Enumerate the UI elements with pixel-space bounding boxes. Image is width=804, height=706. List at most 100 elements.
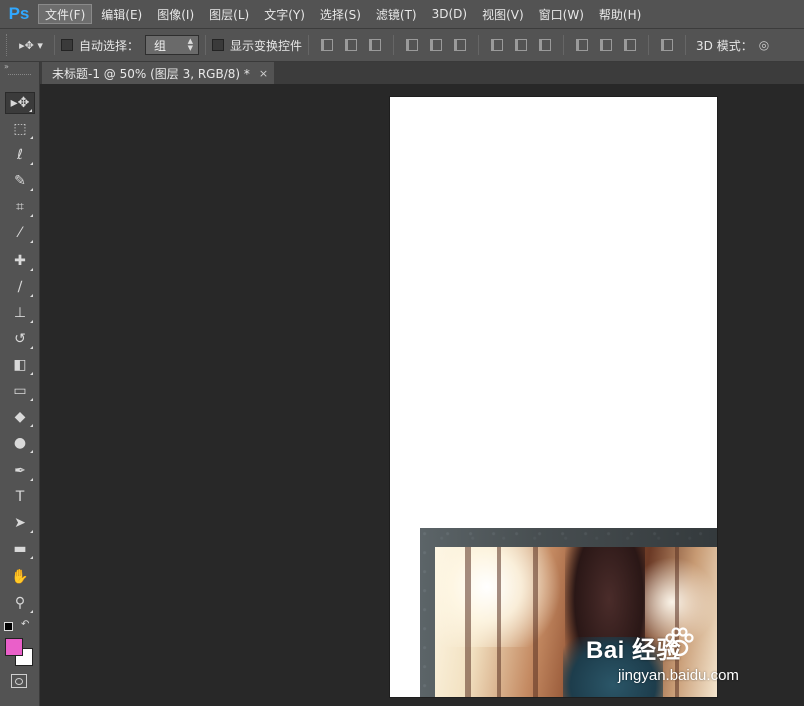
align-hcenter-icon[interactable] <box>424 34 448 56</box>
menu-item[interactable]: 文件(F) <box>38 4 93 24</box>
distribute-vcenter-icon[interactable] <box>509 34 533 56</box>
menu-item[interactable]: 滤镜(T) <box>370 4 423 24</box>
menu-item[interactable]: 选择(S) <box>314 4 367 24</box>
updown-arrows-icon: ▲ ▼ <box>187 37 194 52</box>
crop-tool-icon: ⌗ <box>16 199 24 215</box>
toolbox-collapse-icon[interactable]: » <box>0 62 39 72</box>
quick-select-tool[interactable]: ✎ <box>5 170 35 192</box>
tool-group-indicator <box>27 214 33 217</box>
rectangle-tool-icon: ▬ <box>13 541 27 557</box>
dodge-tool[interactable]: ● <box>5 432 35 454</box>
tool-group-indicator <box>27 294 33 297</box>
move-tool[interactable]: ▸✥ <box>5 92 35 114</box>
menu-item[interactable]: 图像(I) <box>151 4 200 24</box>
menu-item[interactable]: 视图(V) <box>476 4 530 24</box>
align-vcenter-icon[interactable] <box>339 34 363 56</box>
hand-tool-icon: ✋ <box>11 569 29 585</box>
eraser-tool[interactable]: ◧ <box>5 354 35 376</box>
distribute-bottom-icon[interactable] <box>533 34 557 56</box>
hand-tool[interactable]: ✋ <box>5 566 35 588</box>
auto-select-value: 组 <box>154 38 167 53</box>
type-tool[interactable]: T <box>5 486 35 508</box>
path-select-tool-icon: ➤ <box>14 515 26 531</box>
zoom-tool[interactable]: ⚲ <box>5 592 35 614</box>
marquee-tool[interactable]: ⬚ <box>5 118 35 140</box>
healing-brush-tool-icon: ✚ <box>14 253 26 269</box>
clone-stamp-tool[interactable]: ⊥ <box>5 302 35 324</box>
3d-orbit-icon[interactable]: ◎ <box>759 38 769 52</box>
history-brush-tool[interactable]: ↺ <box>5 328 35 350</box>
align-bottom-icon[interactable] <box>363 34 387 56</box>
menu-item[interactable]: 编辑(E) <box>95 4 148 24</box>
path-select-tool[interactable]: ➤ <box>5 512 35 534</box>
document-workspace[interactable] <box>40 84 804 706</box>
menu-item[interactable]: 窗口(W) <box>533 4 590 24</box>
swap-colors-icon[interactable]: ↶ <box>21 619 29 630</box>
dodge-tool-icon: ● <box>13 435 27 451</box>
document-tab-bar: 未标题-1 @ 50% (图层 3, RGB/8) * × <box>40 62 804 84</box>
document-tab[interactable]: 未标题-1 @ 50% (图层 3, RGB/8) * × <box>42 62 275 84</box>
gradient-tool-icon: ▭ <box>13 383 27 399</box>
quick-mask-icon[interactable] <box>11 674 27 688</box>
align-right-icon[interactable] <box>448 34 472 56</box>
photoshop-logo: Ps <box>8 4 30 23</box>
crop-tool[interactable]: ⌗ <box>5 196 35 218</box>
clone-stamp-tool-icon: ⊥ <box>13 305 27 321</box>
paw-icon <box>665 627 694 657</box>
move-tool-preset-picker[interactable]: ▸✥ ▾ <box>14 34 48 56</box>
pen-tool[interactable]: ✒ <box>5 460 35 482</box>
show-transform-checkbox[interactable] <box>212 39 225 51</box>
document-canvas[interactable] <box>390 97 717 697</box>
tool-group-indicator <box>27 188 33 191</box>
distribute-hcenter-icon[interactable] <box>594 34 618 56</box>
history-brush-tool-icon: ↺ <box>14 331 26 347</box>
healing-brush-tool[interactable]: ✚ <box>5 250 35 272</box>
toolbox-grip[interactable] <box>8 74 31 80</box>
default-colors-icon[interactable] <box>4 622 13 631</box>
rectangle-tool[interactable]: ▬ <box>5 538 35 560</box>
distribute-left-icon[interactable] <box>570 34 594 56</box>
separator <box>685 35 687 55</box>
tool-group-indicator <box>27 450 33 453</box>
marquee-tool-icon: ⬚ <box>13 121 27 137</box>
tool-group-indicator <box>27 530 33 533</box>
gradient-tool[interactable]: ▭ <box>5 380 35 402</box>
eraser-tool-icon: ◧ <box>13 357 27 373</box>
close-icon[interactable]: × <box>259 67 268 80</box>
separator <box>648 35 650 55</box>
eyedropper-tool[interactable]: ⁄ <box>5 222 35 244</box>
align-top-icon[interactable] <box>315 34 339 56</box>
tool-group-indicator <box>27 372 33 375</box>
tool-group-indicator <box>27 398 33 401</box>
blur-tool[interactable]: ◆ <box>5 406 35 428</box>
menu-item[interactable]: 文字(Y) <box>258 4 311 24</box>
distribute-top-icon[interactable] <box>485 34 509 56</box>
separator <box>308 35 310 55</box>
tool-group-indicator <box>27 556 33 559</box>
foreground-color-swatch[interactable] <box>5 638 23 656</box>
menu-item[interactable]: 帮助(H) <box>593 4 647 24</box>
auto-select-label: 自动选择： <box>79 38 140 53</box>
auto-select-dropdown[interactable]: 组 ▲ ▼ <box>145 35 200 55</box>
auto-align-layers-icon[interactable] <box>655 34 679 56</box>
distribute-right-icon[interactable] <box>618 34 642 56</box>
lasso-tool[interactable]: ℓ <box>5 144 35 166</box>
tool-group-indicator <box>27 424 33 427</box>
watermark-url: jingyan.baidu.com <box>618 667 739 684</box>
align-left-icon[interactable] <box>400 34 424 56</box>
auto-select-checkbox[interactable] <box>61 39 73 51</box>
quick-select-tool-icon: ✎ <box>14 173 26 189</box>
tool-group-indicator <box>27 478 33 481</box>
brush-tool[interactable]: ∕ <box>5 276 35 298</box>
tool-group-indicator <box>27 240 33 243</box>
tool-group-indicator <box>27 346 33 349</box>
eyedropper-tool-icon: ⁄ <box>18 225 22 241</box>
separator <box>54 35 55 55</box>
tool-group-indicator <box>26 109 32 112</box>
separator <box>478 35 480 55</box>
show-transform-label: 显示变换控件 <box>230 38 303 53</box>
menu-item[interactable]: 图层(L) <box>203 4 255 24</box>
options-bar-grip[interactable] <box>6 34 14 56</box>
menu-item[interactable]: 3D(D) <box>426 4 473 24</box>
separator <box>393 35 395 55</box>
